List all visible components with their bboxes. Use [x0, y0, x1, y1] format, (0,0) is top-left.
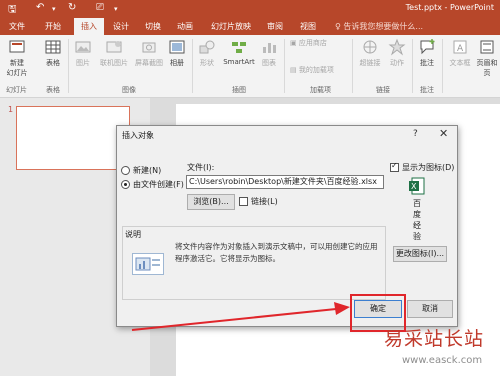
- annotation-arrow-icon: [131, 302, 350, 331]
- watermark-url: www.easck.com: [402, 355, 483, 366]
- watermark-logo-text: 易采站长站: [384, 328, 485, 350]
